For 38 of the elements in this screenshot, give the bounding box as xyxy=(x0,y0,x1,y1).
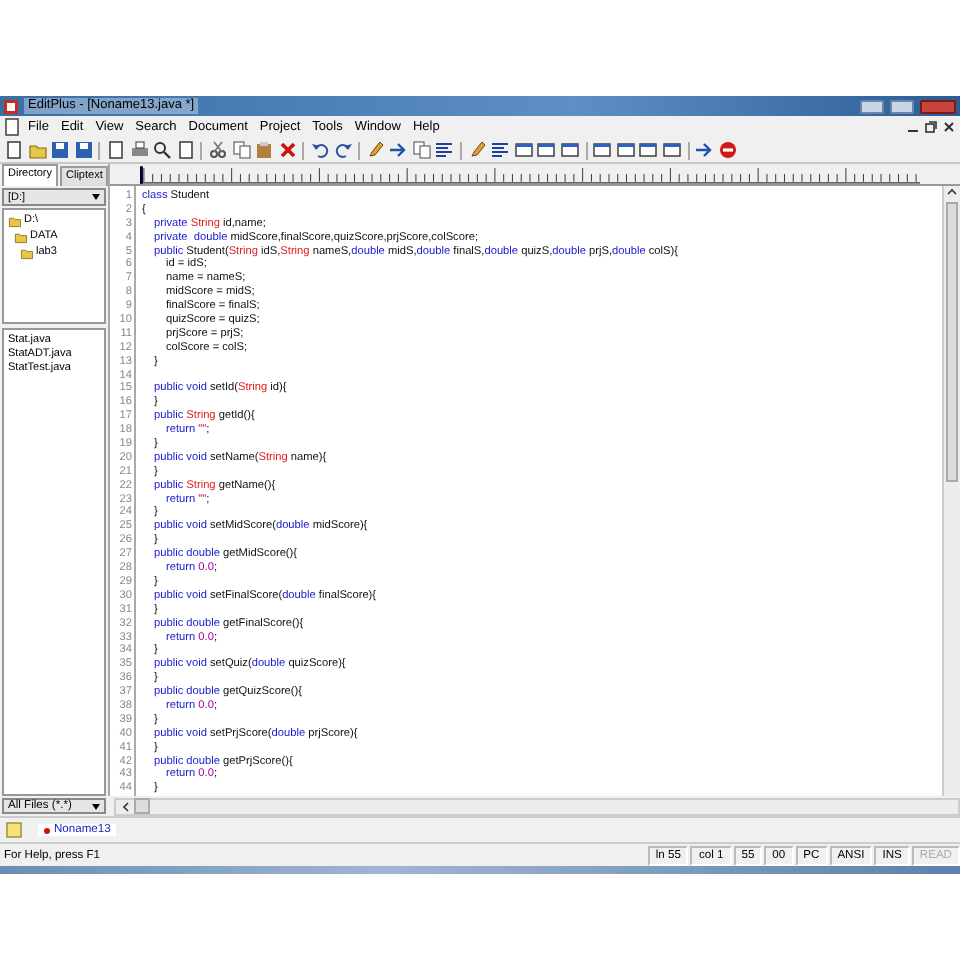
maximize-button[interactable] xyxy=(890,99,914,113)
magnifier-icon[interactable] xyxy=(152,140,173,160)
copy-icon[interactable] xyxy=(231,140,252,160)
scissors-icon[interactable] xyxy=(207,140,228,160)
window-icon[interactable] xyxy=(638,140,659,160)
app-icon xyxy=(4,99,18,113)
note-icon xyxy=(6,822,22,838)
document-icon[interactable] xyxy=(4,118,20,136)
window-icon[interactable] xyxy=(513,140,534,160)
lines-icon[interactable] xyxy=(434,140,455,160)
arrow-icon[interactable] xyxy=(388,140,409,160)
stop-icon[interactable] xyxy=(717,140,738,160)
printer-icon[interactable] xyxy=(129,140,150,160)
scroll-left-icon[interactable] xyxy=(122,801,130,811)
restore-icon[interactable] xyxy=(924,120,938,134)
window-icon[interactable] xyxy=(615,140,636,160)
minimize-button[interactable] xyxy=(860,99,884,113)
window-icon[interactable] xyxy=(592,140,613,160)
window-icon[interactable] xyxy=(536,140,557,160)
horizontal-scrollbar[interactable] xyxy=(114,797,960,815)
close-icon[interactable] xyxy=(942,120,956,134)
caret-icon xyxy=(92,194,100,200)
cross-icon[interactable] xyxy=(277,140,298,160)
page-icon[interactable] xyxy=(105,140,126,160)
scrollbar-thumb[interactable] xyxy=(134,798,150,814)
scrollbar-thumb[interactable] xyxy=(946,202,958,482)
window-icon[interactable] xyxy=(560,140,581,160)
window-icon[interactable] xyxy=(662,140,682,160)
undo-icon[interactable] xyxy=(309,140,330,160)
page-icon[interactable] xyxy=(4,140,24,160)
clipboard-icon[interactable] xyxy=(254,140,275,160)
redo-icon[interactable] xyxy=(333,140,353,160)
copy-icon[interactable] xyxy=(411,140,432,160)
lines-icon[interactable] xyxy=(490,140,511,160)
caret-icon xyxy=(92,803,100,809)
scroll-up-icon[interactable] xyxy=(946,186,958,198)
page-icon[interactable] xyxy=(175,140,196,160)
arrow-icon[interactable] xyxy=(694,140,715,160)
